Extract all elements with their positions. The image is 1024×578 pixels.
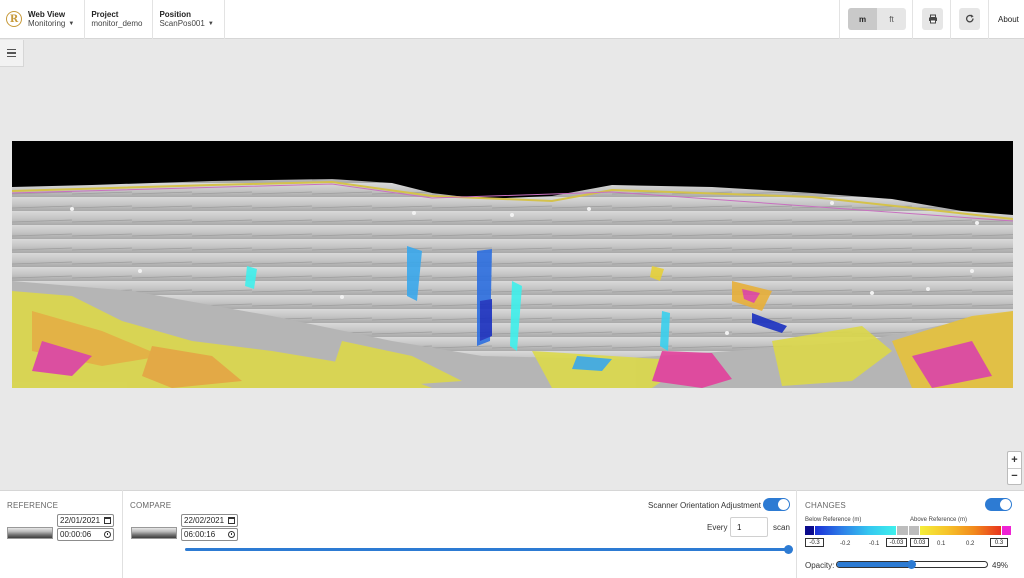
project-value: monitor_demo [91, 19, 143, 28]
reference-date-value: 22/01/2021 [60, 516, 101, 525]
changes-toggle[interactable] [985, 498, 1012, 511]
compare-date-value: 22/02/2021 [184, 516, 225, 525]
zoom-in-button[interactable]: + [1008, 452, 1021, 469]
orientation-label: Scanner Orientation Adjustment [648, 501, 761, 510]
above-tick: 0.2 [966, 541, 975, 547]
opacity-value: 49% [992, 561, 1009, 570]
orientation-toggle[interactable] [763, 498, 790, 511]
compare-thumbnail[interactable] [131, 527, 177, 539]
every-scan-input[interactable]: 1 [730, 517, 768, 537]
calendar-icon[interactable] [104, 517, 111, 524]
below-tick: -0.1 [869, 541, 880, 547]
compare-time-value: 06:00:16 [184, 530, 216, 539]
print-button[interactable] [922, 8, 943, 30]
below-color-ramp [815, 526, 896, 535]
position-title: Position [159, 10, 192, 19]
position-value: ScanPos001 [159, 19, 205, 28]
below-reference-label: Below Reference (m) [805, 517, 862, 523]
about-link[interactable]: About [998, 15, 1019, 24]
menu-button[interactable] [0, 40, 24, 67]
above-reference-label: Above Reference (m) [910, 517, 968, 523]
compare-date-input[interactable]: 22/02/2021 [181, 514, 238, 527]
panel-divider [122, 490, 123, 578]
project-selector[interactable]: Project monitor_demo [85, 0, 154, 39]
webview-selector[interactable]: Web View Monitoring ▼ [22, 0, 86, 39]
scan-change-view[interactable] [12, 141, 1013, 388]
header-divider [950, 0, 951, 39]
opacity-label: Opacity: [805, 561, 835, 570]
header-divider [912, 0, 913, 39]
unit-toggle: m ft [848, 8, 906, 30]
unit-meters-button[interactable]: m [848, 8, 877, 30]
webview-value: Monitoring [28, 19, 66, 28]
neutral-swatch-right [909, 526, 919, 535]
opacity-slider-thumb[interactable] [907, 560, 916, 569]
clock-icon[interactable] [228, 531, 235, 538]
caret-down-icon: ▼ [68, 20, 75, 27]
webview-title: Web View [28, 10, 66, 19]
refresh-button[interactable] [959, 8, 980, 30]
reference-time-input[interactable]: 00:00:06 [57, 528, 114, 541]
refresh-icon [965, 14, 974, 23]
opacity-slider-fill [837, 562, 912, 567]
above-color-ramp [920, 526, 1001, 535]
position-selector[interactable]: Position ScanPos001 ▼ [153, 0, 225, 39]
caret-down-icon: ▼ [207, 20, 214, 27]
print-icon [928, 14, 937, 24]
every-label: Every [707, 523, 728, 532]
below-tick-threshold[interactable]: -0.03 [886, 538, 907, 547]
hamburger-icon [7, 48, 16, 51]
scan-label: scan [773, 523, 790, 532]
below-tick-min[interactable]: -0.3 [805, 538, 824, 547]
below-tick: -0.2 [840, 541, 851, 547]
zoom-out-button[interactable]: − [1008, 469, 1021, 485]
compare-time-input[interactable]: 06:00:16 [181, 528, 238, 541]
calendar-icon[interactable] [228, 517, 235, 524]
above-tick-max[interactable]: 0.3 [990, 538, 1008, 547]
reference-thumbnail[interactable] [7, 527, 53, 539]
reference-date-input[interactable]: 22/01/2021 [57, 514, 114, 527]
app-logo: R [6, 11, 22, 27]
changes-title: CHANGES [805, 501, 846, 510]
above-tick: 0.1 [937, 541, 946, 547]
header-divider [988, 0, 989, 39]
compare-title: COMPARE [130, 501, 172, 510]
neutral-swatch-left [897, 526, 908, 535]
above-max-swatch [1002, 526, 1011, 535]
header-divider [839, 0, 840, 39]
unit-feet-button[interactable]: ft [877, 8, 906, 30]
project-title: Project [91, 10, 119, 19]
above-tick-threshold[interactable]: 0.03 [910, 538, 929, 547]
timeline-slider-thumb[interactable] [784, 545, 793, 554]
reference-time-value: 00:00:06 [60, 530, 92, 539]
clock-icon[interactable] [104, 531, 111, 538]
timeline-slider[interactable] [185, 548, 789, 551]
reference-title: REFERENCE [7, 501, 59, 510]
below-min-swatch [805, 526, 814, 535]
zoom-control: + − [1007, 451, 1022, 485]
panel-divider [796, 490, 797, 578]
